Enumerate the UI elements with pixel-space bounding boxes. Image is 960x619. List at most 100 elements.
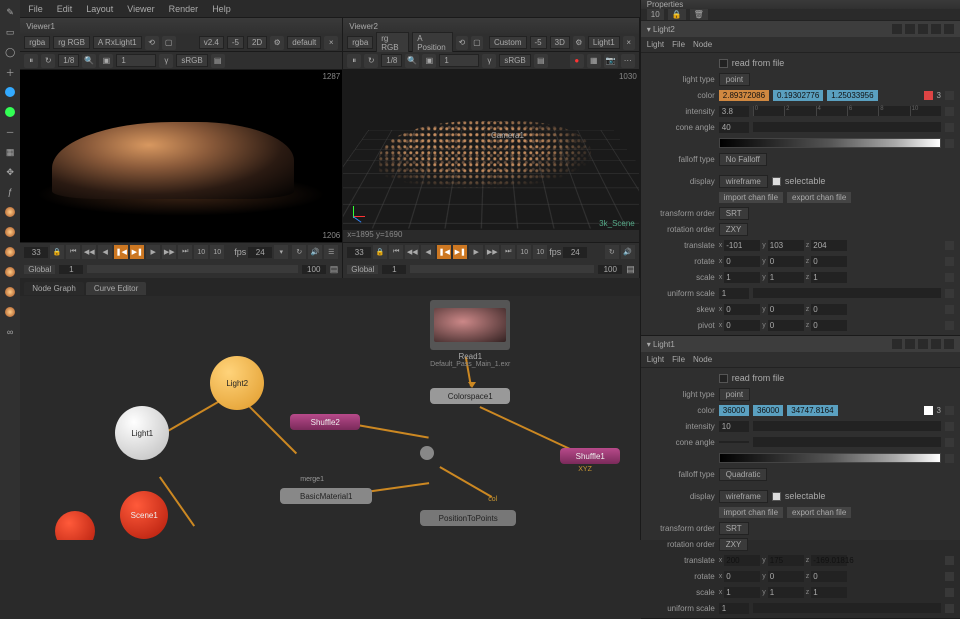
- menu-render[interactable]: Render: [169, 4, 199, 14]
- tx-field[interactable]: -101: [724, 240, 760, 251]
- speaker-icon[interactable]: 🔊: [308, 245, 322, 259]
- uscale-slider[interactable]: [753, 603, 941, 613]
- cone-slider[interactable]: [753, 437, 941, 447]
- speaker-icon[interactable]: 🔊: [621, 245, 635, 259]
- rorder-select[interactable]: ZXY: [719, 538, 749, 551]
- channel-select[interactable]: rgba: [347, 36, 373, 49]
- loop-icon[interactable]: ↻: [292, 245, 306, 259]
- channel-select[interactable]: rgba: [24, 36, 50, 49]
- torder-select[interactable]: SRT: [719, 522, 749, 535]
- preset-5-icon[interactable]: [2, 284, 18, 300]
- rorder-select[interactable]: ZXY: [719, 223, 749, 236]
- anim-icon[interactable]: [945, 289, 954, 298]
- anim-icon[interactable]: [945, 123, 954, 132]
- intensity-field[interactable]: 10: [719, 421, 749, 432]
- current-frame-field[interactable]: 33: [24, 247, 48, 258]
- torder-select[interactable]: SRT: [719, 207, 749, 220]
- stepsize-back[interactable]: 10: [517, 245, 531, 259]
- anim-icon[interactable]: [945, 588, 954, 597]
- falloff-select[interactable]: No Falloff: [719, 153, 767, 166]
- panel-redo-icon[interactable]: [931, 339, 941, 349]
- zoom-select[interactable]: 1/8: [381, 54, 402, 67]
- anim-icon[interactable]: [945, 305, 954, 314]
- gamma-field[interactable]: 1: [116, 54, 156, 67]
- preset-4-icon[interactable]: [2, 264, 18, 280]
- selectable-checkbox[interactable]: [772, 492, 781, 501]
- menu-icon[interactable]: ☰: [324, 245, 338, 259]
- node-shuffle1[interactable]: Shuffle1: [560, 448, 620, 464]
- next-key-button[interactable]: ▶▶: [162, 245, 176, 259]
- tool-circle-icon[interactable]: ◯: [2, 44, 18, 60]
- tab-light[interactable]: Light: [647, 40, 664, 49]
- pz-field[interactable]: 0: [811, 320, 847, 331]
- color-swatch[interactable]: [924, 406, 933, 415]
- close-icon[interactable]: ×: [324, 36, 338, 50]
- tab-curve-editor[interactable]: Curve Editor: [86, 282, 146, 295]
- color-g-field[interactable]: 36000: [753, 405, 783, 416]
- node-basicmaterial1[interactable]: BasicMaterial1: [280, 488, 372, 504]
- rx-field[interactable]: 0: [724, 571, 760, 582]
- anim-icon[interactable]: [945, 273, 954, 282]
- pause-icon[interactable]: ⏸: [347, 54, 361, 68]
- settings-icon[interactable]: ⚙: [270, 36, 284, 50]
- panel-redo-icon[interactable]: [931, 24, 941, 34]
- tab-file[interactable]: File: [672, 355, 685, 364]
- range-track[interactable]: [87, 265, 297, 273]
- viewer1-viewport[interactable]: 1287 1206: [20, 70, 342, 242]
- tab-file[interactable]: File: [672, 40, 685, 49]
- histogram-icon[interactable]: ▤: [534, 54, 548, 68]
- anim-icon[interactable]: [945, 604, 954, 613]
- zoom-select[interactable]: 1/8: [58, 54, 79, 67]
- view-mode-select[interactable]: 3D: [550, 36, 570, 49]
- gradient-strip[interactable]: [719, 138, 941, 148]
- anim-icon[interactable]: [945, 257, 954, 266]
- step-back-button[interactable]: ❚◀: [437, 245, 451, 259]
- lock-icon[interactable]: 🔒: [373, 245, 387, 259]
- preset-6-icon[interactable]: [2, 304, 18, 320]
- default-select[interactable]: default: [287, 36, 321, 49]
- sz-field[interactable]: 1: [811, 587, 847, 598]
- settings-icon[interactable]: ⚙: [573, 36, 585, 50]
- step-fwd-button[interactable]: ▶❚: [453, 245, 467, 259]
- tab-light[interactable]: Light: [647, 355, 664, 364]
- tool-grid-icon[interactable]: ▦: [2, 144, 18, 160]
- stepsize-back[interactable]: 10: [194, 245, 208, 259]
- skx-field[interactable]: 0: [724, 304, 760, 315]
- range-end-field[interactable]: 100: [598, 265, 622, 274]
- anim-icon[interactable]: [945, 556, 954, 565]
- srgb-select[interactable]: sRGB: [499, 54, 530, 67]
- import-chan-button[interactable]: import chan file: [719, 192, 783, 203]
- preset-1-icon[interactable]: [2, 204, 18, 220]
- color-anim-icon[interactable]: [945, 406, 954, 415]
- range-menu-icon[interactable]: ▤: [626, 264, 635, 275]
- zoom-icon[interactable]: 🔍: [82, 54, 96, 68]
- tx-field[interactable]: 200: [724, 555, 760, 566]
- tool-fx-icon[interactable]: ƒ: [2, 184, 18, 200]
- colorspace-select[interactable]: rg RGB: [53, 36, 90, 49]
- range-start-field[interactable]: 1: [382, 265, 406, 274]
- selectable-checkbox[interactable]: [772, 177, 781, 186]
- menu-help[interactable]: Help: [212, 4, 231, 14]
- anim-icon[interactable]: [945, 438, 954, 447]
- tool-color-icon[interactable]: [2, 84, 18, 100]
- px-field[interactable]: 0: [724, 320, 760, 331]
- lock-icon[interactable]: 🔒: [668, 9, 686, 20]
- menu-edit[interactable]: Edit: [57, 4, 73, 14]
- cone-field[interactable]: 40: [719, 122, 749, 133]
- gamma-field[interactable]: 1: [439, 54, 479, 67]
- vminus-field[interactable]: -5: [530, 36, 547, 49]
- sx-field[interactable]: 1: [724, 272, 760, 283]
- crop-icon[interactable]: ▣: [422, 54, 436, 68]
- range-end-field[interactable]: 100: [302, 265, 326, 274]
- fps-toggle-icon[interactable]: ▾: [274, 245, 288, 259]
- rx-field[interactable]: 0: [724, 256, 760, 267]
- anim-icon[interactable]: [945, 454, 954, 463]
- frame-icon[interactable]: ▢: [471, 36, 483, 50]
- gamma-icon[interactable]: γ: [482, 54, 496, 68]
- custom-select[interactable]: Custom: [489, 36, 527, 49]
- menu-viewer[interactable]: Viewer: [127, 4, 154, 14]
- node-scene1[interactable]: Scene1: [120, 491, 168, 539]
- axis-gizmo-icon[interactable]: [349, 204, 369, 224]
- tool-plus-icon[interactable]: ＋: [2, 64, 18, 80]
- camera-icon[interactable]: 📷: [604, 54, 618, 68]
